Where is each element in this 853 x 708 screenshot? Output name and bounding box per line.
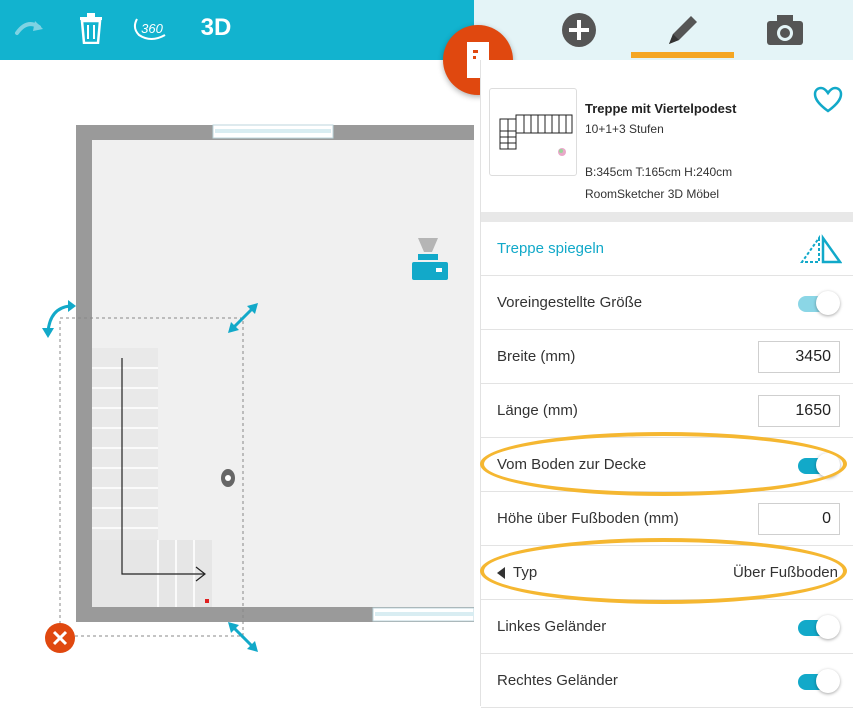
panel-tabs bbox=[474, 0, 853, 60]
type-label: Typ bbox=[513, 564, 538, 581]
tv-icon[interactable] bbox=[221, 469, 235, 487]
tab-add[interactable] bbox=[554, 0, 604, 60]
pencil-icon bbox=[669, 16, 697, 44]
delete-icon[interactable] bbox=[45, 623, 75, 653]
left-railing-toggle[interactable] bbox=[796, 614, 840, 640]
mirror-stairs-row[interactable]: Treppe spiegeln bbox=[481, 222, 853, 276]
right-railing-label: Rechtes Geländer bbox=[497, 672, 618, 689]
right-railing-toggle[interactable] bbox=[796, 668, 840, 694]
floor-plan-canvas[interactable] bbox=[0, 60, 474, 706]
left-railing-row: Linkes Geländer bbox=[481, 600, 853, 654]
floor-to-ceiling-toggle[interactable] bbox=[796, 452, 840, 478]
section-divider bbox=[481, 212, 853, 222]
right-railing-row: Rechtes Geländer bbox=[481, 654, 853, 708]
mirror-stairs-label: Treppe spiegeln bbox=[497, 240, 605, 257]
360-view-icon[interactable]: 360 bbox=[131, 0, 173, 56]
resize-icon-bottom[interactable] bbox=[228, 622, 258, 652]
type-row[interactable]: Typ Über Fußboden bbox=[481, 546, 853, 600]
caret-left-icon bbox=[497, 566, 505, 584]
product-steps: 10+1+3 Stufen bbox=[585, 122, 664, 136]
camera-icon bbox=[767, 15, 803, 45]
height-input[interactable]: 0 bbox=[758, 502, 840, 535]
trash-icon[interactable] bbox=[74, 0, 108, 56]
window-top-glass bbox=[215, 129, 331, 133]
width-input[interactable]: 3450 bbox=[758, 340, 840, 373]
length-label: Länge (mm) bbox=[497, 402, 578, 419]
height-label: Höhe über Fußboden (mm) bbox=[497, 510, 679, 527]
tab-camera[interactable] bbox=[760, 0, 810, 60]
preset-size-row: Voreingestellte Größe bbox=[481, 276, 853, 330]
product-name: Treppe mit Viertelpodest bbox=[585, 101, 737, 116]
tab-edit[interactable] bbox=[658, 0, 708, 60]
product-dimensions: B:345cm T:165cm H:240cm bbox=[585, 165, 733, 179]
rotate-icon[interactable] bbox=[42, 300, 76, 338]
length-row: Länge (mm) 1650 bbox=[481, 384, 853, 438]
properties-panel: Treppe mit Viertelpodest 10+1+3 Stufen B… bbox=[480, 60, 853, 708]
floor-to-ceiling-label: Vom Boden zur Decke bbox=[497, 456, 647, 473]
active-tab-indicator bbox=[631, 52, 734, 58]
top-toolbar: 360 3D bbox=[0, 0, 474, 60]
3d-view-button[interactable]: 3D bbox=[196, 0, 236, 56]
heart-icon[interactable] bbox=[813, 86, 843, 119]
height-row: Höhe über Fußboden (mm) 0 bbox=[481, 492, 853, 546]
product-thumbnail bbox=[489, 88, 577, 176]
product-brand: RoomSketcher 3D Möbel bbox=[585, 187, 720, 201]
floor-to-ceiling-row: Vom Boden zur Decke bbox=[481, 438, 853, 492]
marker-dot bbox=[205, 599, 209, 603]
width-row: Breite (mm) 3450 bbox=[481, 330, 853, 384]
preset-size-label: Voreingestellte Größe bbox=[497, 294, 643, 311]
redo-icon[interactable] bbox=[10, 0, 50, 56]
type-value: Über Fußboden bbox=[732, 564, 838, 581]
plus-icon bbox=[562, 13, 596, 47]
window-bottom-glass bbox=[375, 612, 474, 616]
360-label: 360 bbox=[141, 20, 163, 36]
left-railing-label: Linkes Geländer bbox=[497, 618, 607, 635]
width-label: Breite (mm) bbox=[497, 348, 576, 365]
mirror-icon[interactable] bbox=[800, 234, 843, 269]
length-input[interactable]: 1650 bbox=[758, 394, 840, 427]
preset-size-toggle[interactable] bbox=[796, 290, 840, 316]
product-card: Treppe mit Viertelpodest 10+1+3 Stufen B… bbox=[487, 68, 849, 212]
